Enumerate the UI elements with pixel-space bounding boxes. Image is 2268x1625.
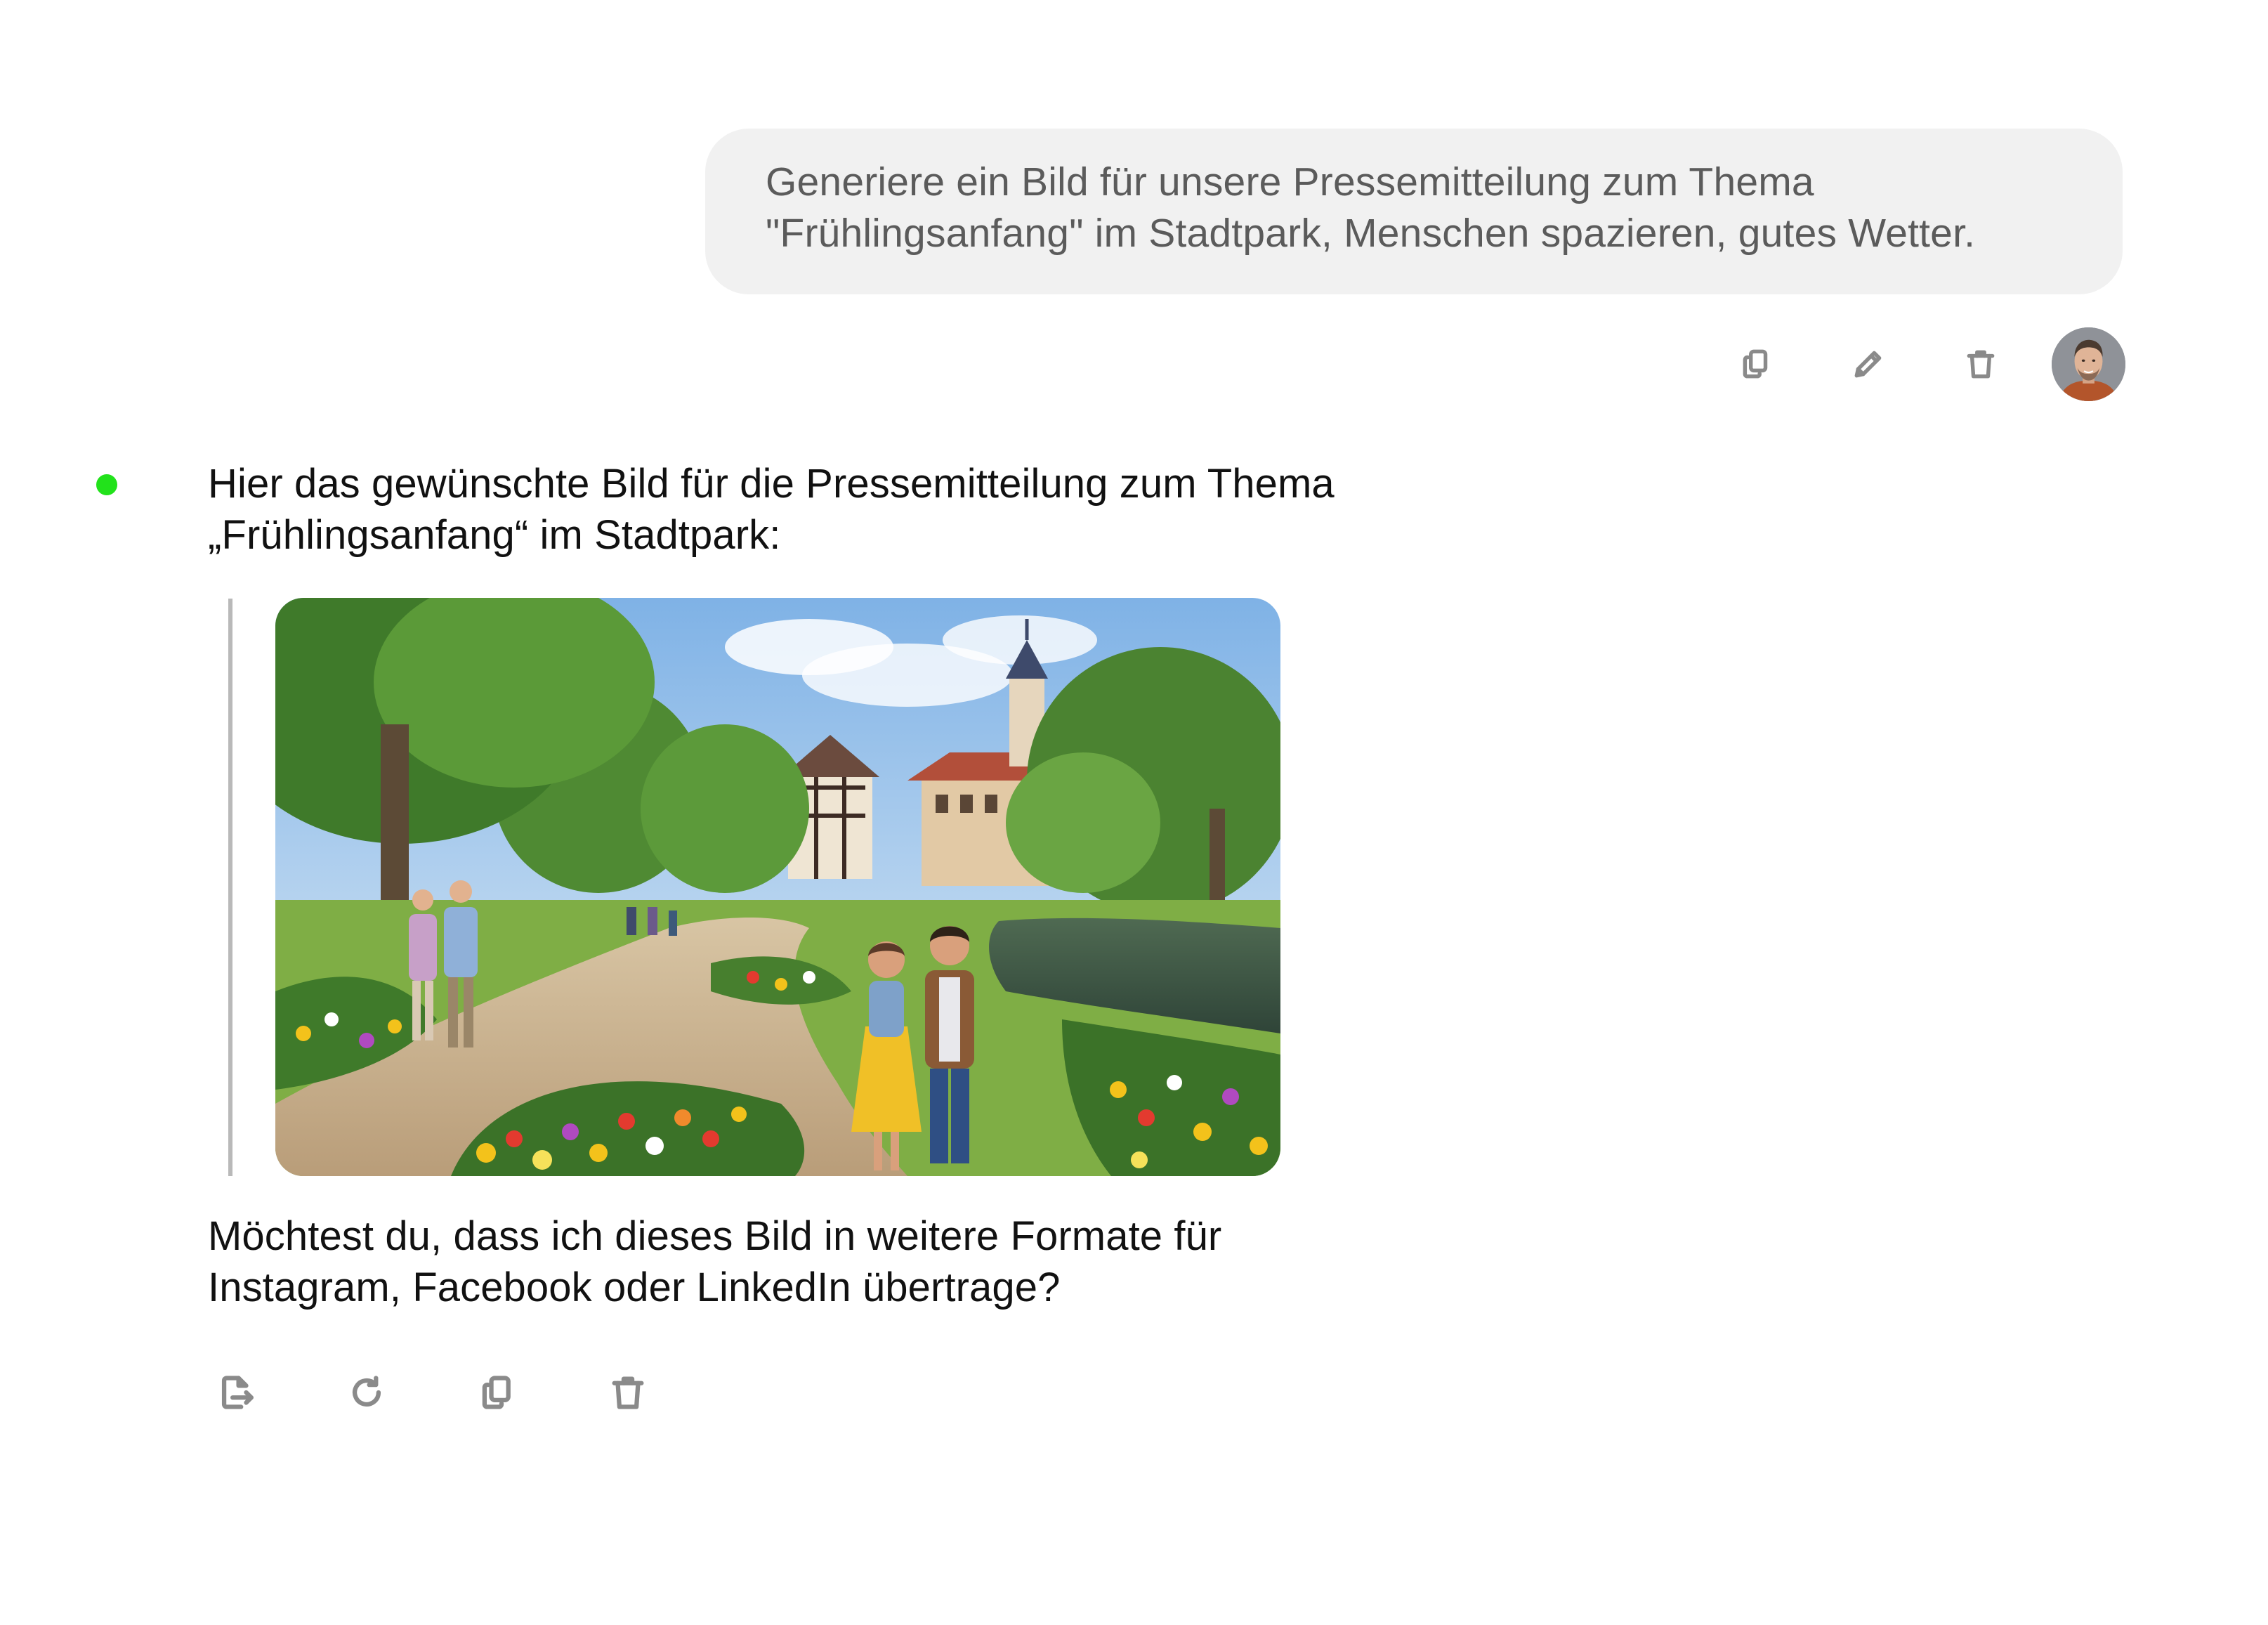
park-scene-illustration	[275, 598, 1280, 1176]
edit-message-button[interactable]	[1846, 341, 1891, 386]
assistant-intro-line-1: Hier das gewünschte Bild für die Pressem…	[208, 461, 1335, 507]
user-avatar-image	[2052, 327, 2125, 401]
regenerate-button[interactable]	[344, 1370, 389, 1415]
copy-icon	[482, 1376, 511, 1409]
delete-response-button[interactable]	[605, 1370, 650, 1415]
avatar[interactable]	[2052, 327, 2125, 401]
copy-message-button[interactable]	[1733, 341, 1778, 386]
assistant-question-line-2: Instagram, Facebook oder LinkedIn übertr…	[208, 1265, 1061, 1310]
regenerate-icon	[352, 1376, 381, 1407]
trash-icon	[612, 1376, 644, 1409]
export-button[interactable]	[214, 1370, 258, 1415]
export-icon	[221, 1376, 254, 1409]
image-quote-bar	[228, 599, 232, 1176]
delete-message-button[interactable]	[1958, 341, 2003, 386]
assistant-intro-text: Hier das gewünschte Bild für die Pressem…	[208, 458, 1444, 561]
assistant-status-dot	[96, 474, 117, 495]
trash-icon	[1967, 350, 1995, 379]
generated-image[interactable]	[275, 598, 1280, 1176]
user-message-bubble: Generiere ein Bild für unsere Pressemitt…	[705, 129, 2123, 294]
copy-response-button[interactable]	[475, 1370, 520, 1415]
edit-icon	[1854, 351, 1882, 378]
assistant-question-line-1: Möchtest du, dass ich dieses Bild in wei…	[208, 1213, 1222, 1259]
user-message-line-2: "Frühlingsanfang" im Stadtpark, Menschen…	[766, 211, 1976, 256]
chat-page: Generiere ein Bild für unsere Pressemitt…	[0, 0, 2268, 1625]
assistant-question-text: Möchtest du, dass ich dieses Bild in wei…	[208, 1210, 1444, 1313]
copy-icon	[1743, 349, 1768, 379]
user-message-actions	[0, 332, 2268, 402]
assistant-intro-line-2: „Frühlingsanfang“ im Stadtpark:	[208, 512, 781, 558]
user-message-line-1: Generiere ein Bild für unsere Pressemitt…	[766, 159, 1814, 204]
